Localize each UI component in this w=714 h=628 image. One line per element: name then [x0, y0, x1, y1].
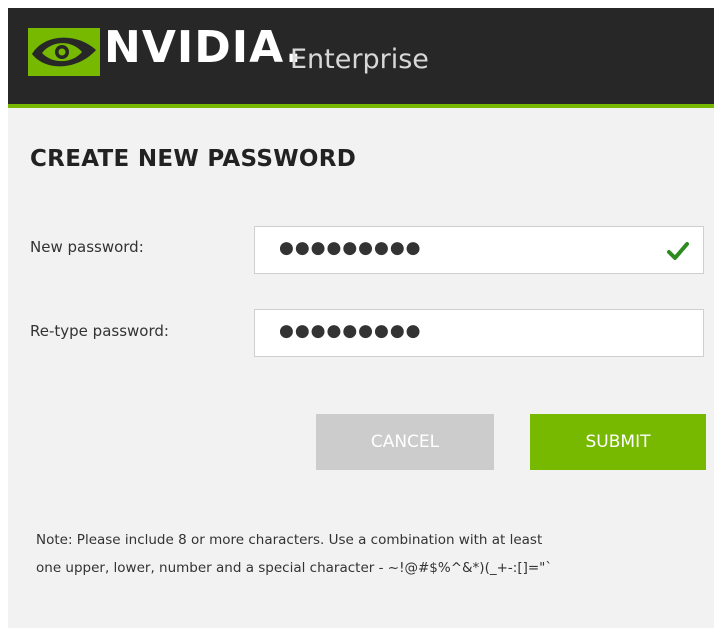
submit-button[interactable]: SUBMIT: [530, 414, 706, 470]
note-line-2: one upper, lower, number and a special c…: [36, 560, 553, 576]
new-password-label: New password:: [30, 238, 144, 256]
brand-wordmark: NVIDIA.: [104, 22, 303, 73]
header-bar: NVIDIA. Enterprise: [8, 8, 714, 108]
retype-password-value: ●●●●●●●●●: [279, 321, 422, 341]
retype-password-field[interactable]: ●●●●●●●●●: [254, 309, 704, 357]
new-password-field[interactable]: ●●●●●●●●●: [254, 226, 704, 274]
password-requirements-note: Note: Please include 8 or more character…: [36, 526, 714, 582]
retype-password-label: Re-type password:: [30, 322, 169, 340]
password-dialog: NVIDIA. Enterprise CREATE NEW PASSWORD N…: [8, 8, 714, 628]
new-password-value: ●●●●●●●●●: [279, 238, 422, 258]
note-line-1: Note: Please include 8 or more character…: [36, 532, 543, 548]
page-title: CREATE NEW PASSWORD: [30, 146, 357, 172]
cancel-button[interactable]: CANCEL: [316, 414, 494, 470]
nvidia-eye-logo-icon: [28, 28, 100, 76]
product-name: Enterprise: [290, 44, 429, 75]
checkmark-icon: [667, 242, 689, 260]
